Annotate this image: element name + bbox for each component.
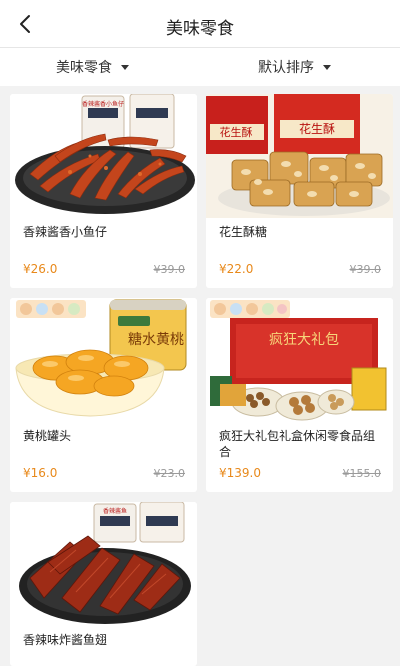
product-original-price: ¥155.0	[342, 467, 382, 480]
product-card[interactable]: 花生酥 花生酥 花生酥糖 ¥22.0 ¥39.0	[206, 94, 393, 288]
peanut-brittle-image: 花生酥 花生酥	[206, 94, 393, 218]
product-name: 花生酥糖	[219, 225, 268, 239]
spicy-small-fish-image: 香辣酱香小鱼仔	[10, 94, 197, 218]
category-filter-dropdown[interactable]: 美味零食	[56, 48, 129, 86]
product-price: ¥22.0	[219, 262, 254, 276]
product-card[interactable]: 糖水黄桃 黄桃罐头 ¥16.0 ¥23.0	[10, 298, 197, 492]
category-filter-label: 美味零食	[56, 60, 112, 76]
product-price: ¥139.0	[219, 466, 261, 480]
filter-bar: 美味零食 默认排序	[0, 48, 400, 86]
caret-down-icon	[323, 64, 331, 70]
product-card[interactable]: 疯狂大礼包 疯狂大礼包礼盒休闲零食品组合 ¥139.0 ¥155.0	[206, 298, 393, 492]
package-label: 花生酥	[220, 125, 253, 139]
svg-text:花生酥: 花生酥	[299, 121, 335, 136]
spicy-fish-fin-image: 香辣酱鱼	[10, 502, 197, 626]
product-card[interactable]: 香辣酱鱼 香辣味炸酱鱼翅	[10, 502, 197, 666]
package-label: 香辣酱香小鱼仔	[82, 100, 124, 108]
product-price: ¥16.0	[23, 466, 58, 480]
product-name: 疯狂大礼包礼盒休闲零食品组合	[219, 429, 376, 459]
product-original-price: ¥39.0	[349, 263, 382, 276]
caret-down-icon	[121, 64, 129, 70]
top-app-bar: 美味零食	[0, 0, 400, 48]
package-label: 疯狂大礼包	[269, 332, 339, 348]
product-name: 香辣酱香小鱼仔	[23, 225, 108, 239]
page-title: 美味零食	[166, 19, 234, 39]
product-original-price: ¥39.0	[153, 263, 186, 276]
sort-filter-dropdown[interactable]: 默认排序	[258, 48, 331, 86]
package-label: 香辣酱鱼	[103, 507, 127, 515]
yellow-peach-can-image: 糖水黄桃	[10, 298, 197, 422]
snack-gift-box-image: 疯狂大礼包	[206, 298, 393, 422]
product-price: ¥26.0	[23, 262, 58, 276]
product-card[interactable]: 香辣酱香小鱼仔 香辣酱香小鱼仔 ¥26.0 ¥39.0	[10, 94, 197, 288]
package-label: 糖水黄桃	[128, 331, 184, 348]
sort-filter-label: 默认排序	[258, 60, 314, 76]
product-name: 黄桃罐头	[23, 429, 72, 443]
product-name: 香辣味炸酱鱼翅	[23, 633, 108, 647]
product-original-price: ¥23.0	[153, 467, 186, 480]
